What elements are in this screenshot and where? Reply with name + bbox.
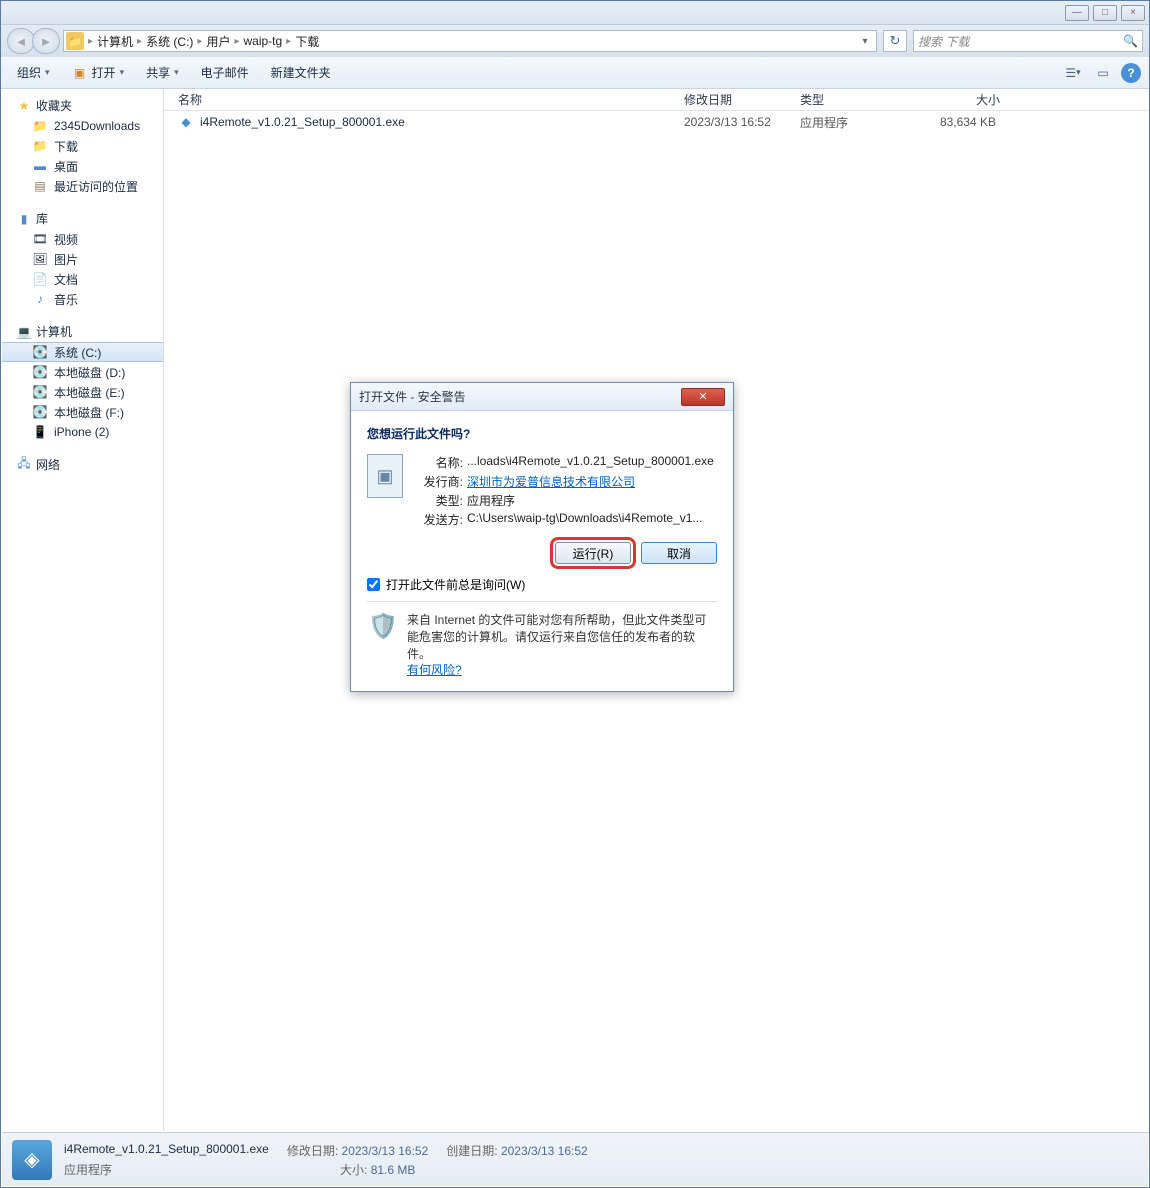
email-button[interactable]: 电子邮件: [193, 61, 257, 84]
star-icon: ★: [16, 98, 32, 114]
desktop-icon: ▬: [32, 158, 48, 174]
column-headers: 名称 修改日期 类型 大小: [164, 89, 1148, 111]
publisher-link[interactable]: 深圳市为爱普信息技术有限公司: [467, 475, 635, 489]
sidebar-item[interactable]: 🖼图片: [2, 249, 163, 269]
search-icon: 🔍: [1123, 34, 1138, 48]
dialog-close-button[interactable]: ✕: [681, 388, 725, 406]
titlebar: — □ ×: [1, 1, 1149, 25]
breadcrumb-seg[interactable]: 下载: [291, 33, 323, 50]
column-type[interactable]: 类型: [800, 91, 910, 108]
always-ask-checkbox[interactable]: [367, 578, 380, 591]
column-size[interactable]: 大小: [910, 91, 1000, 108]
sidebar-item[interactable]: ▬桌面: [2, 156, 163, 176]
drive-icon: 💽: [32, 384, 48, 400]
sidebar-item[interactable]: 📁2345Downloads: [2, 116, 163, 136]
drive-icon: 💽: [32, 364, 48, 380]
folder-icon: 📁: [32, 118, 48, 134]
library-icon: ▮: [16, 211, 32, 227]
minimize-button[interactable]: —: [1065, 5, 1089, 21]
security-warning-dialog: 打开文件 - 安全警告 ✕ 您想运行此文件吗? ▣ 名称: ...loads\i…: [350, 382, 734, 692]
view-button[interactable]: ☰▾: [1061, 62, 1085, 84]
recent-icon: ▤: [32, 178, 48, 194]
video-icon: 🎞: [32, 231, 48, 247]
sidebar-libraries[interactable]: ▮库: [2, 208, 163, 229]
chevron-down-icon: ▾: [120, 67, 125, 78]
file-size: 83,634 KB: [910, 115, 1000, 129]
sidebar-item[interactable]: 💽本地磁盘 (E:): [2, 382, 163, 402]
status-bar: ◈ i4Remote_v1.0.21_Setup_800001.exe 修改日期…: [2, 1132, 1148, 1186]
preview-pane-button[interactable]: ▭: [1091, 62, 1115, 84]
dialog-title: 打开文件 - 安全警告: [359, 388, 466, 405]
picture-icon: 🖼: [32, 251, 48, 267]
sidebar: ★收藏夹 📁2345Downloads 📁下载 ▬桌面 ▤最近访问的位置 ▮库 …: [2, 89, 164, 1131]
file-icon: ▣: [367, 454, 403, 498]
share-button[interactable]: 共享▾: [138, 61, 187, 84]
search-placeholder: 搜索 下载: [918, 33, 969, 50]
organize-button[interactable]: 组织▾: [9, 61, 58, 84]
column-name[interactable]: 名称: [164, 91, 684, 108]
warning-text: 来自 Internet 的文件可能对您有所帮助，但此文件类型可能危害您的计算机。…: [407, 613, 706, 661]
new-folder-button[interactable]: 新建文件夹: [263, 61, 339, 84]
file-row[interactable]: ◆ i4Remote_v1.0.21_Setup_800001.exe 2023/…: [164, 111, 1148, 133]
sidebar-item-selected[interactable]: 💽系统 (C:): [2, 342, 163, 362]
sidebar-item[interactable]: 📁下载: [2, 136, 163, 156]
status-filetype: 应用程序: [64, 1161, 112, 1178]
breadcrumb[interactable]: 📁 ▸ 计算机 ▸ 系统 (C:) ▸ 用户 ▸ waip-tg ▸ 下载 ▾: [63, 30, 877, 52]
dialog-question: 您想运行此文件吗?: [367, 425, 717, 442]
network-icon: 🖧: [16, 457, 32, 473]
sidebar-computer[interactable]: 💻计算机: [2, 321, 163, 342]
cancel-button[interactable]: 取消: [641, 542, 717, 564]
refresh-button[interactable]: ↻: [883, 30, 907, 52]
folder-icon: 📁: [32, 138, 48, 154]
forward-button[interactable]: ►: [32, 28, 60, 54]
breadcrumb-seg[interactable]: 用户: [202, 33, 234, 50]
chevron-down-icon: ▾: [45, 67, 50, 78]
dialog-file-from: C:\Users\waip-tg\Downloads\i4Remote_v1..…: [467, 511, 714, 528]
file-date: 2023/3/13 16:52: [684, 115, 800, 129]
status-filename: i4Remote_v1.0.21_Setup_800001.exe: [64, 1142, 269, 1159]
close-button[interactable]: ×: [1121, 5, 1145, 21]
run-button[interactable]: 运行(R): [555, 542, 631, 564]
sidebar-item[interactable]: 💽本地磁盘 (F:): [2, 402, 163, 422]
sidebar-item[interactable]: 🎞视频: [2, 229, 163, 249]
device-icon: 📱: [32, 424, 48, 440]
chevron-down-icon: ▾: [174, 67, 179, 78]
breadcrumb-seg[interactable]: 系统 (C:): [142, 33, 197, 50]
help-button[interactable]: ?: [1121, 63, 1141, 83]
maximize-button[interactable]: □: [1093, 5, 1117, 21]
file-name: i4Remote_v1.0.21_Setup_800001.exe: [200, 115, 405, 129]
file-type: 应用程序: [800, 114, 910, 131]
sidebar-item[interactable]: ♪音乐: [2, 289, 163, 309]
toolbar: 组织▾ ▣打开▾ 共享▾ 电子邮件 新建文件夹 ☰▾ ▭ ?: [1, 57, 1149, 89]
dialog-titlebar: 打开文件 - 安全警告 ✕: [351, 383, 733, 411]
sidebar-item[interactable]: ▤最近访问的位置: [2, 176, 163, 196]
sidebar-network[interactable]: 🖧网络: [2, 454, 163, 475]
always-ask-label: 打开此文件前总是询问(W): [386, 576, 525, 593]
back-button[interactable]: ◄: [7, 28, 35, 54]
exe-icon: ◆: [178, 114, 194, 130]
document-icon: 📄: [32, 271, 48, 287]
dialog-file-name: ...loads\i4Remote_v1.0.21_Setup_800001.e…: [467, 454, 714, 471]
open-icon: ▣: [72, 65, 88, 81]
sidebar-item[interactable]: 📱iPhone (2): [2, 422, 163, 442]
computer-icon: 💻: [16, 324, 32, 340]
risk-link[interactable]: 有何风险?: [407, 663, 462, 677]
address-bar: ◄ ► 📁 ▸ 计算机 ▸ 系统 (C:) ▸ 用户 ▸ waip-tg ▸ 下…: [1, 25, 1149, 57]
breadcrumb-dropdown[interactable]: ▾: [856, 36, 874, 47]
music-icon: ♪: [32, 291, 48, 307]
drive-icon: 💽: [32, 404, 48, 420]
open-button[interactable]: ▣打开▾: [64, 61, 133, 84]
breadcrumb-seg[interactable]: 计算机: [93, 33, 137, 50]
shield-icon: 🛡️: [369, 612, 397, 640]
drive-icon: 💽: [32, 344, 48, 360]
sidebar-favorites[interactable]: ★收藏夹: [2, 95, 163, 116]
dialog-file-type: 应用程序: [467, 492, 714, 509]
search-input[interactable]: 搜索 下载 🔍: [913, 30, 1143, 52]
column-date[interactable]: 修改日期: [684, 91, 800, 108]
sidebar-item[interactable]: 💽本地磁盘 (D:): [2, 362, 163, 382]
breadcrumb-seg[interactable]: waip-tg: [239, 34, 286, 48]
status-file-icon: ◈: [12, 1140, 52, 1180]
sidebar-item[interactable]: 📄文档: [2, 269, 163, 289]
folder-icon: 📁: [66, 32, 84, 50]
